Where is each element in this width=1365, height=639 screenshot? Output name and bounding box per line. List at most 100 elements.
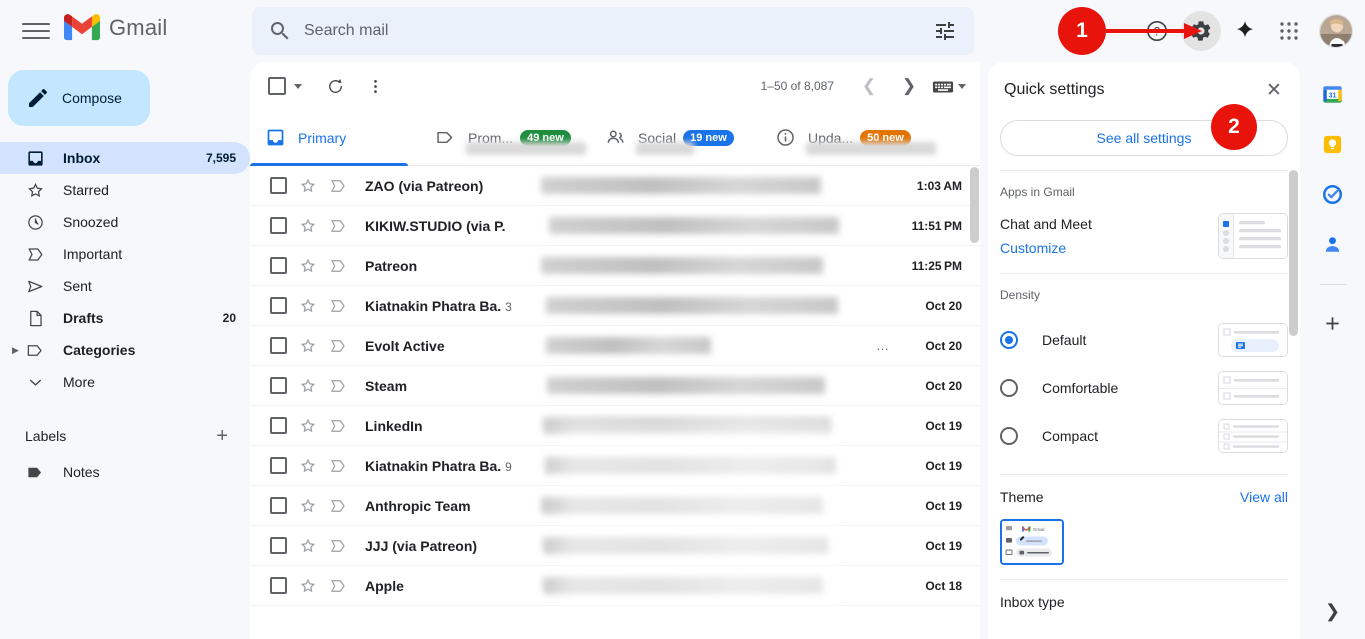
table-row[interactable]: ZAO (via Patreon) 1:03 AM xyxy=(250,166,980,206)
mail-list-scrollbar[interactable] xyxy=(970,167,979,243)
star-icon[interactable] xyxy=(299,377,319,395)
density-default-thumbnail[interactable] xyxy=(1218,323,1288,357)
close-icon[interactable]: ✕ xyxy=(1258,74,1290,106)
customize-link[interactable]: Customize xyxy=(1000,240,1092,256)
star-icon[interactable] xyxy=(299,497,319,515)
table-row[interactable]: Apple Oct 18 xyxy=(250,566,980,606)
theme-default-light-thumbnail[interactable]: Gmail xyxy=(1000,519,1064,565)
tab-promotions[interactable]: Prom... 49 new xyxy=(420,110,590,165)
sidebar-item-categories[interactable]: ▶ Categories xyxy=(0,334,250,366)
labels-header: Labels + xyxy=(0,416,250,456)
select-all-chevron-down-icon[interactable] xyxy=(294,83,302,89)
important-marker-icon[interactable] xyxy=(329,337,349,355)
row-checkbox[interactable] xyxy=(270,377,287,394)
radio-icon[interactable] xyxy=(1000,379,1018,397)
star-icon[interactable] xyxy=(299,217,319,235)
row-checkbox[interactable] xyxy=(270,457,287,474)
refresh-icon[interactable] xyxy=(318,69,352,103)
sidebar-item-important[interactable]: Important xyxy=(0,238,250,270)
row-checkbox[interactable] xyxy=(270,217,287,234)
sidebar-item-starred[interactable]: Starred xyxy=(0,174,250,206)
row-checkbox[interactable] xyxy=(270,337,287,354)
google-calendar-icon[interactable]: 31 xyxy=(1315,76,1351,112)
view-all-themes-link[interactable]: View all xyxy=(1240,489,1288,505)
density-comfortable-thumbnail[interactable] xyxy=(1218,371,1288,405)
row-checkbox[interactable] xyxy=(270,257,287,274)
star-icon[interactable] xyxy=(299,177,319,195)
radio-icon[interactable] xyxy=(1000,331,1018,349)
important-marker-icon[interactable] xyxy=(329,577,349,595)
row-checkbox[interactable] xyxy=(270,297,287,314)
chevron-left-icon[interactable]: ❮ xyxy=(852,69,886,103)
important-marker-icon[interactable] xyxy=(329,297,349,315)
star-icon[interactable] xyxy=(299,297,319,315)
search-input[interactable] xyxy=(304,22,933,40)
table-row[interactable]: Kiatnakin Phatra Ba. 3 Oct 20 xyxy=(250,286,980,326)
gmail-logo[interactable]: Gmail xyxy=(64,14,167,41)
tab-updates[interactable]: Upda... 50 new xyxy=(760,110,936,165)
star-icon[interactable] xyxy=(299,457,319,475)
important-marker-icon[interactable] xyxy=(329,217,349,235)
google-tasks-icon[interactable] xyxy=(1315,176,1351,212)
select-all-checkbox[interactable] xyxy=(268,77,286,95)
important-marker-icon[interactable] xyxy=(329,537,349,555)
row-checkbox[interactable] xyxy=(270,577,287,594)
sidebar-item-snoozed[interactable]: Snoozed xyxy=(0,206,250,238)
chevron-right-icon[interactable]: ❯ xyxy=(892,69,926,103)
row-checkbox[interactable] xyxy=(270,537,287,554)
table-row[interactable]: Steam Oct 20 xyxy=(250,366,980,406)
expand-arrow-icon[interactable]: ▶ xyxy=(12,345,19,356)
keyboard-chevron-down-icon[interactable] xyxy=(958,83,966,89)
gemini-sparkle-icon[interactable] xyxy=(1225,11,1265,51)
sidebar-label-notes[interactable]: Notes xyxy=(0,456,250,488)
more-vertical-icon[interactable] xyxy=(358,69,392,103)
table-row[interactable]: Patreon 11:25 PM xyxy=(250,246,980,286)
row-checkbox[interactable] xyxy=(270,417,287,434)
important-marker-icon[interactable] xyxy=(329,417,349,435)
table-row[interactable]: Anthropic Team Oct 19 xyxy=(250,486,980,526)
density-option-compact[interactable]: Compact xyxy=(1000,412,1288,460)
star-icon[interactable] xyxy=(299,257,319,275)
sidebar-item-sent[interactable]: Sent xyxy=(0,270,250,302)
tune-filter-icon[interactable] xyxy=(933,19,957,43)
star-icon[interactable] xyxy=(299,337,319,355)
google-contacts-icon[interactable] xyxy=(1315,226,1351,262)
table-row[interactable]: KIKIW.STUDIO (via P. 11:51 PM xyxy=(250,206,980,246)
hamburger-menu-icon[interactable] xyxy=(22,17,50,45)
search-bar[interactable] xyxy=(252,7,974,55)
keyboard-icon[interactable] xyxy=(932,69,966,103)
tab-social[interactable]: Social 19 new xyxy=(590,110,760,165)
star-icon[interactable] xyxy=(299,417,319,435)
chevron-right-icon[interactable]: ❯ xyxy=(1315,593,1351,629)
google-keep-icon[interactable] xyxy=(1315,126,1351,162)
compose-button[interactable]: Compose xyxy=(8,70,150,126)
star-icon[interactable] xyxy=(299,577,319,595)
plus-icon[interactable]: + xyxy=(216,426,228,446)
important-marker-icon[interactable] xyxy=(329,177,349,195)
sidebar-item-drafts[interactable]: Drafts 20 xyxy=(0,302,250,334)
density-option-default[interactable]: Default xyxy=(1000,316,1288,364)
table-row[interactable]: LinkedIn Oct 19 xyxy=(250,406,980,446)
chat-meet-preview-thumbnail[interactable] xyxy=(1218,213,1288,259)
radio-icon[interactable] xyxy=(1000,427,1018,445)
row-checkbox[interactable] xyxy=(270,177,287,194)
quick-settings-scrollbar[interactable] xyxy=(1289,170,1298,336)
important-marker-icon[interactable] xyxy=(329,457,349,475)
table-row[interactable]: Kiatnakin Phatra Ba. 9 Oct 19 xyxy=(250,446,980,486)
redaction-blur xyxy=(546,336,711,354)
apps-grid-icon[interactable] xyxy=(1269,11,1309,51)
tab-primary[interactable]: Primary xyxy=(250,110,420,166)
sidebar-item-more[interactable]: More xyxy=(0,366,250,398)
table-row[interactable]: JJJ (via Patreon) Oct 19 xyxy=(250,526,980,566)
important-marker-icon[interactable] xyxy=(329,497,349,515)
table-row[interactable]: Evolt Active … Oct 20 xyxy=(250,326,980,366)
avatar[interactable] xyxy=(1319,14,1353,48)
sidebar-item-inbox[interactable]: Inbox 7,595 xyxy=(0,142,250,174)
important-marker-icon[interactable] xyxy=(329,377,349,395)
important-marker-icon[interactable] xyxy=(329,257,349,275)
row-checkbox[interactable] xyxy=(270,497,287,514)
plus-icon[interactable] xyxy=(1315,305,1351,341)
density-compact-thumbnail[interactable] xyxy=(1218,419,1288,453)
star-icon[interactable] xyxy=(299,537,319,555)
density-option-comfortable[interactable]: Comfortable xyxy=(1000,364,1288,412)
